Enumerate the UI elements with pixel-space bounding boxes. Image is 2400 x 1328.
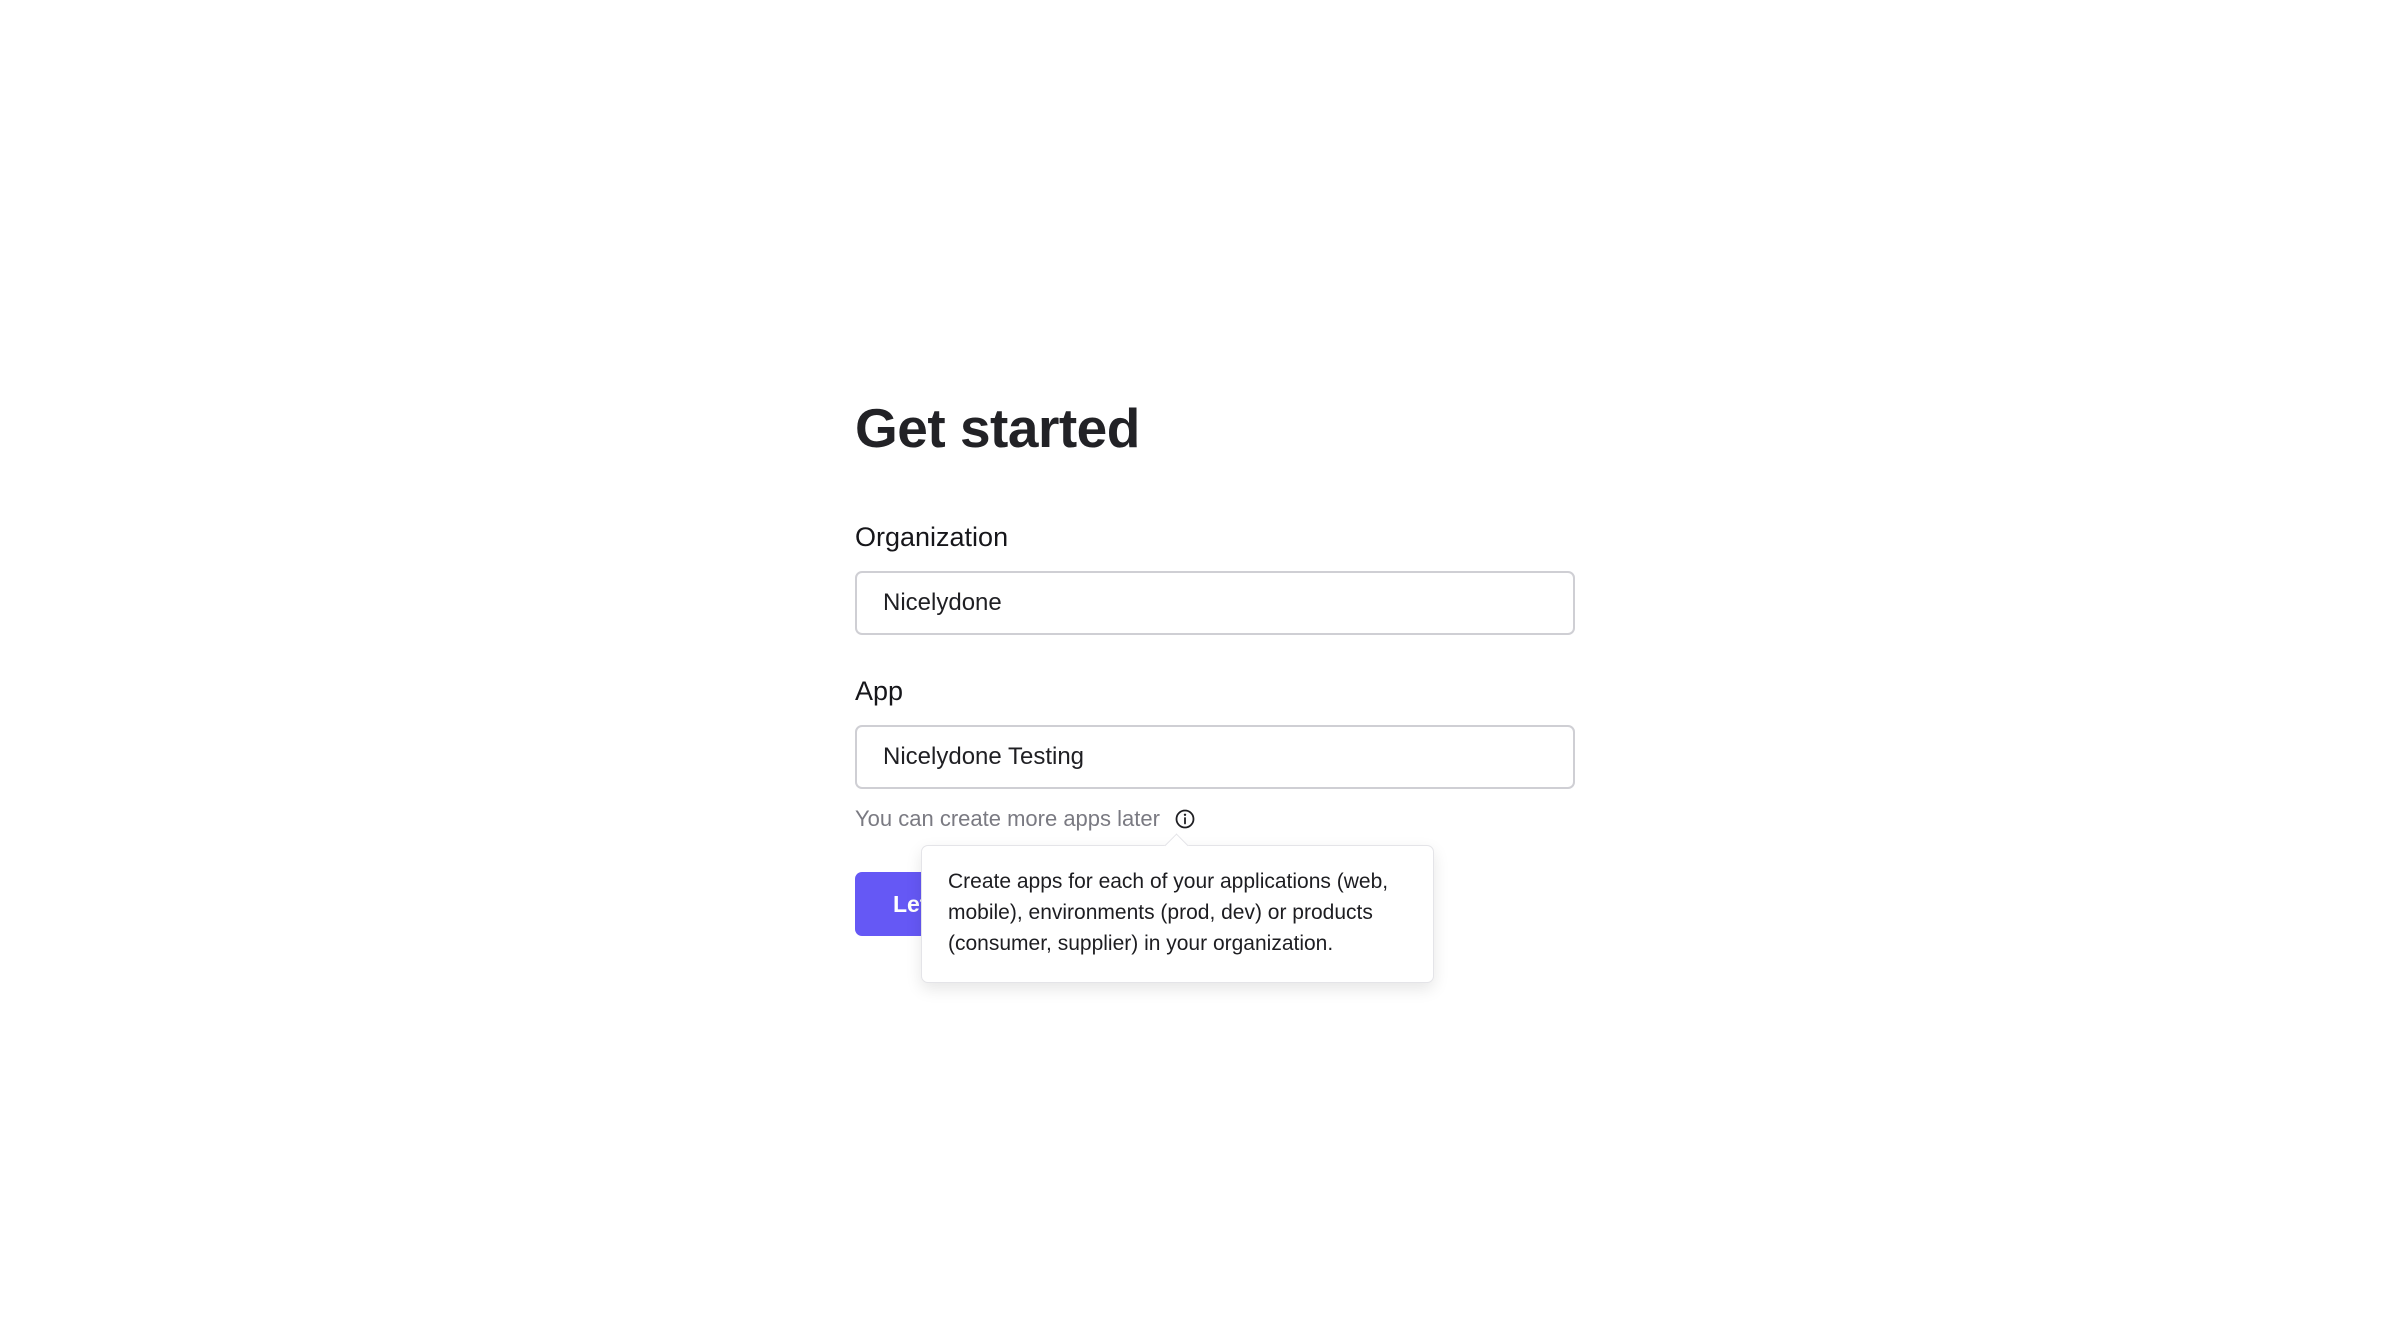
tooltip-text: Create apps for each of your application… <box>948 870 1389 955</box>
get-started-form: Get started Organization App You can cre… <box>855 395 1575 936</box>
app-input[interactable] <box>855 725 1575 789</box>
tooltip-arrow <box>1164 833 1189 858</box>
organization-label: Organization <box>855 522 1009 552</box>
page-title: Get started <box>855 397 1140 459</box>
info-circle-icon[interactable] <box>1174 808 1196 830</box>
page: Get started Organization App You can cre… <box>0 0 2400 1328</box>
organization-input[interactable] <box>855 571 1575 635</box>
app-info-tooltip: Create apps for each of your application… <box>921 833 1434 983</box>
app-hint-text: You can create more apps later <box>855 806 1160 831</box>
app-hint: You can create more apps later <box>855 806 1196 832</box>
app-label: App <box>855 676 904 706</box>
